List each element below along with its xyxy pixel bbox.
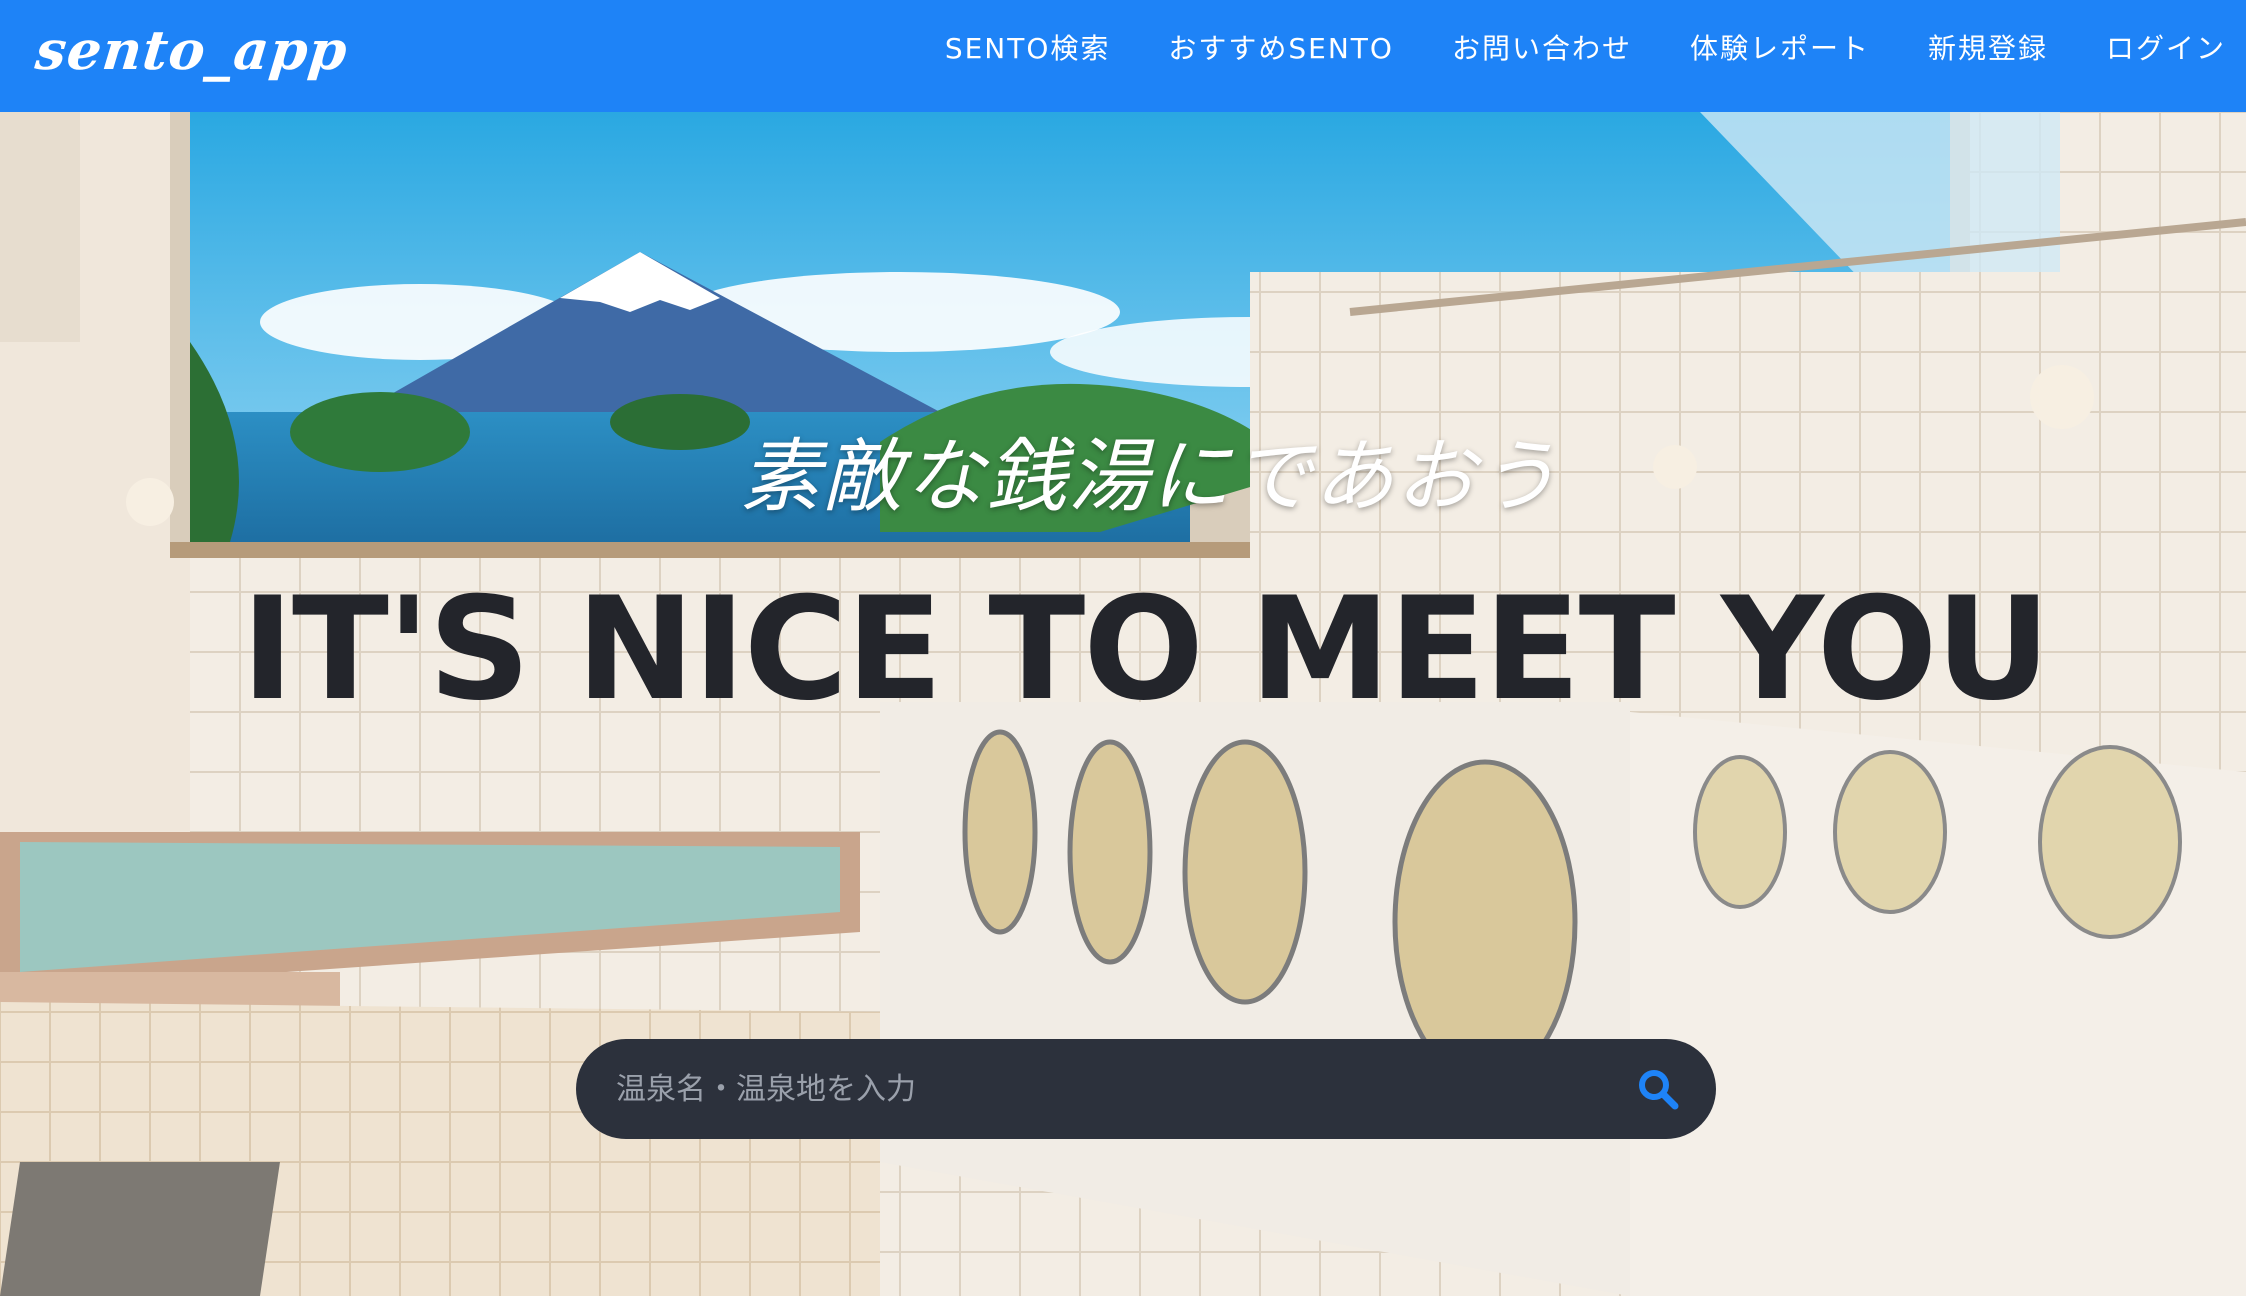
nav-item-contact[interactable]: お問い合わせ bbox=[1452, 27, 1632, 67]
nav-item-report[interactable]: 体験レポート bbox=[1690, 27, 1870, 67]
nav-item-signup[interactable]: 新規登録 bbox=[1928, 27, 2048, 67]
nav-item-recommended[interactable]: おすすめSENTO bbox=[1168, 27, 1394, 67]
search-bar bbox=[576, 1039, 1716, 1139]
nav-item-login[interactable]: ログイン bbox=[2106, 27, 2226, 67]
search-button[interactable] bbox=[1608, 1039, 1708, 1139]
hero-title: IT'S NICE TO MEET YOU bbox=[241, 567, 2051, 732]
brand-logo[interactable]: sento_app bbox=[33, 18, 351, 82]
search-icon bbox=[1639, 1070, 1679, 1110]
hero-section: 素敵な銭湯にであおう IT'S NICE TO MEET YOU bbox=[0, 112, 2246, 1296]
hero-subtitle: 素敵な銭湯にであおう bbox=[740, 430, 1560, 523]
search-input[interactable] bbox=[576, 1039, 1608, 1139]
main-nav: SENTO検索 おすすめSENTO お問い合わせ 体験レポート 新規登録 ログイ… bbox=[887, 0, 2226, 94]
nav-item-sento-search[interactable]: SENTO検索 bbox=[945, 27, 1111, 67]
navbar: sento_app SENTO検索 おすすめSENTO お問い合わせ 体験レポー… bbox=[0, 0, 2246, 112]
